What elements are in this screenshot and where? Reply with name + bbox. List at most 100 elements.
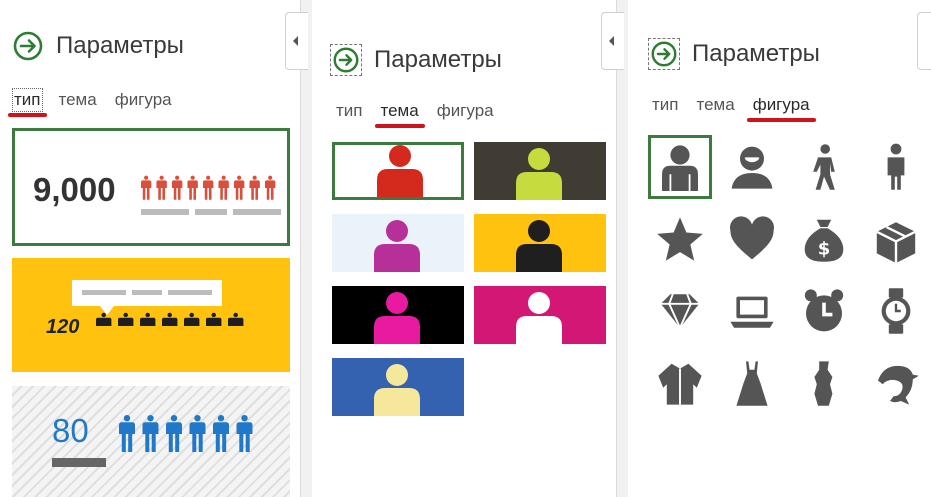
tab-type[interactable]: тип <box>652 95 679 115</box>
shape-option[interactable] <box>864 135 928 199</box>
collapse-button[interactable] <box>285 12 308 70</box>
theme-swatch[interactable] <box>332 142 464 200</box>
panel-tabs: тип тема фигура <box>652 95 828 122</box>
tab-type-label: тип <box>14 90 41 109</box>
bubble-bar <box>167 290 212 295</box>
person-icon <box>166 415 182 452</box>
panel-title: Параметры <box>692 40 820 67</box>
person-icon <box>218 175 229 200</box>
person-icon <box>140 175 152 200</box>
shape-option[interactable] <box>720 279 784 343</box>
shape-option[interactable] <box>864 207 928 271</box>
theme-swatch[interactable] <box>332 214 464 272</box>
shape-option[interactable] <box>864 279 928 343</box>
money-bag-icon: $ <box>804 219 844 262</box>
person-icon <box>184 312 200 326</box>
tab-shape[interactable]: фигура <box>746 95 816 122</box>
shape-option[interactable] <box>648 279 712 343</box>
type-card-2[interactable]: 120 <box>12 258 290 372</box>
panel-header: Параметры <box>12 30 184 62</box>
man-icon <box>887 143 905 190</box>
theme-swatch[interactable] <box>474 142 606 200</box>
panel-title: Параметры <box>56 32 184 59</box>
watch-icon <box>881 288 911 334</box>
back-arrow-icon[interactable] <box>648 38 680 70</box>
star-icon <box>657 217 703 261</box>
chevron-left-icon <box>293 36 298 46</box>
tab-shape[interactable]: фигура <box>437 101 494 121</box>
person-icon <box>249 175 260 200</box>
collapse-button[interactable] <box>601 12 624 70</box>
shape-option[interactable] <box>792 279 856 343</box>
panel-tabs: тип тема фигура <box>336 101 512 128</box>
person-icon <box>516 148 562 200</box>
panel-header: Параметры <box>648 38 820 70</box>
shape-option[interactable] <box>720 351 784 415</box>
diamond-icon <box>660 293 700 331</box>
shape-option[interactable] <box>648 135 712 199</box>
active-tab-underline <box>374 124 425 128</box>
person-icon <box>374 364 420 416</box>
shape-option[interactable] <box>720 135 784 199</box>
shape-option[interactable] <box>648 207 712 271</box>
collapse-button[interactable] <box>917 12 931 70</box>
chevron-left-icon <box>609 36 614 46</box>
jacket-icon <box>658 363 702 405</box>
laptop-icon <box>730 296 774 328</box>
person-icon <box>162 312 178 326</box>
shape-option[interactable] <box>720 207 784 271</box>
theme-swatch[interactable] <box>332 286 464 344</box>
theme-swatch[interactable] <box>474 286 606 344</box>
person-icon <box>236 415 253 452</box>
params-panel-shape: Параметры тип тема фигура $ <box>628 0 931 497</box>
theme-swatch[interactable] <box>474 214 606 272</box>
tab-theme[interactable]: тема <box>59 90 97 110</box>
bubble-bar <box>132 290 162 295</box>
shape-option[interactable] <box>648 351 712 415</box>
speech-bubble <box>72 280 222 315</box>
person-icon <box>228 312 244 326</box>
person-icon <box>233 175 245 200</box>
panel-header: Параметры <box>330 44 502 76</box>
person-icon <box>140 312 156 326</box>
tab-type[interactable]: тип <box>336 101 363 121</box>
type-card-1[interactable]: 9,000 <box>12 128 290 246</box>
heart-icon <box>729 216 775 260</box>
type-card-3[interactable]: 80 <box>12 386 290 497</box>
shape-option[interactable]: $ <box>792 207 856 271</box>
shape-option[interactable] <box>792 351 856 415</box>
person-icon <box>377 145 423 197</box>
card-value: 120 <box>46 316 80 338</box>
people-row-icon <box>140 175 276 200</box>
tab-theme[interactable]: тема <box>697 95 735 115</box>
caption-bars <box>141 209 281 215</box>
card-value: 9,000 <box>33 171 116 208</box>
back-arrow-icon[interactable] <box>330 44 362 76</box>
person-icon <box>171 175 183 200</box>
person-icon <box>187 175 198 200</box>
box-icon <box>876 222 916 263</box>
shape-option[interactable] <box>792 135 856 199</box>
theme-swatch[interactable] <box>332 358 464 416</box>
person-icon <box>96 312 112 326</box>
person-icon <box>516 220 562 272</box>
back-arrow-icon[interactable] <box>12 30 44 62</box>
person-icon <box>516 292 562 344</box>
value-bar <box>52 458 106 467</box>
person-icon <box>118 312 134 326</box>
tab-shape[interactable]: фигура <box>115 90 172 110</box>
alarm-clock-icon <box>804 289 844 332</box>
dress-icon <box>736 361 768 406</box>
shape-option[interactable] <box>864 351 928 415</box>
walking-man-icon <box>813 144 835 190</box>
user-icon <box>731 146 773 189</box>
dolphin-icon <box>878 365 919 405</box>
person-icon <box>189 415 206 452</box>
tab-theme[interactable]: тема <box>374 101 425 128</box>
params-panel-theme: Параметры тип тема фигура <box>312 0 616 497</box>
person-icon <box>662 145 698 191</box>
person-icon <box>156 175 167 200</box>
active-tab-underline <box>8 113 47 117</box>
tab-type[interactable]: тип <box>8 88 47 117</box>
person-icon <box>374 292 420 344</box>
